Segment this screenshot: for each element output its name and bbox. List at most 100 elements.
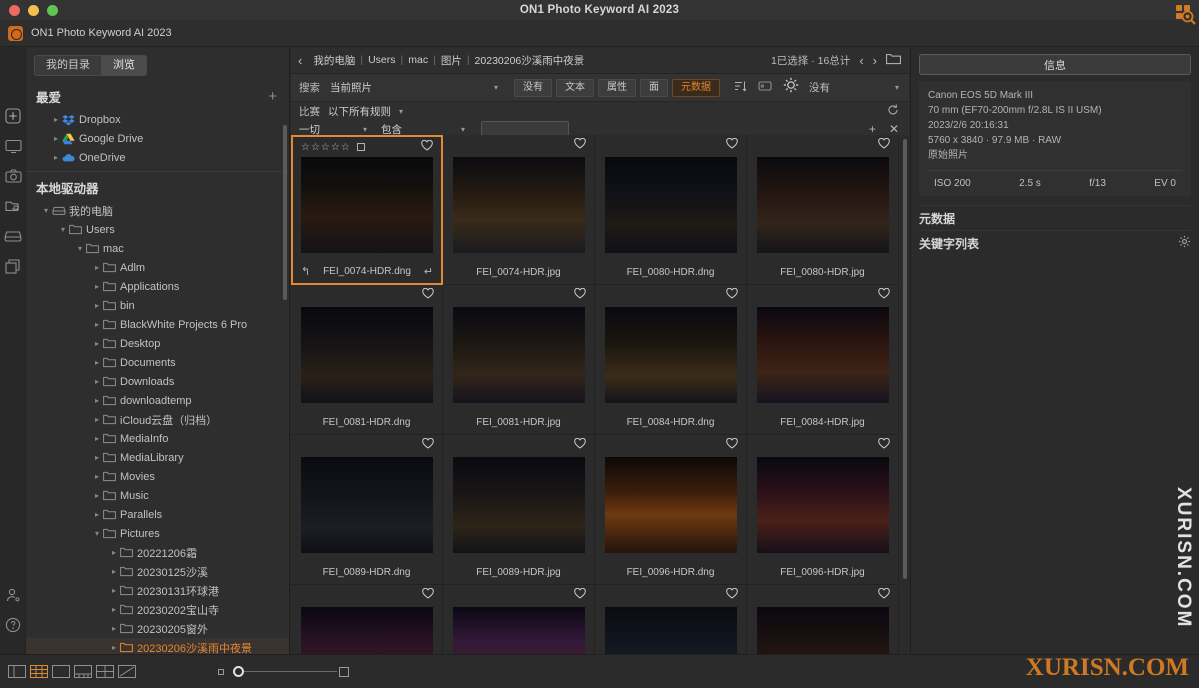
match-value[interactable]: 以下所有规则: [328, 104, 391, 119]
monitor-icon[interactable]: [0, 131, 26, 161]
chevron-right-icon[interactable]: [108, 567, 120, 576]
grid-cell[interactable]: FEI_0080-HDR.dng: [595, 135, 747, 285]
grid-cell[interactable]: FEI_0080-HDR.jpg: [747, 135, 899, 285]
tree-item[interactable]: Parallels: [26, 505, 289, 524]
breadcrumb-part[interactable]: mac: [408, 54, 428, 66]
photo-thumbnail[interactable]: [453, 457, 585, 553]
folder-favorite-icon[interactable]: [0, 191, 26, 221]
chevron-right-icon[interactable]: [91, 282, 103, 291]
prev-button[interactable]: ‹: [859, 53, 863, 68]
select-checkbox[interactable]: [356, 143, 365, 151]
photo-thumbnail[interactable]: [605, 157, 737, 253]
chevron-right-icon[interactable]: [50, 115, 62, 124]
chevron-right-icon[interactable]: [91, 453, 103, 462]
photo-thumbnail[interactable]: [301, 307, 433, 403]
section-metadata[interactable]: 元数据: [919, 205, 1191, 230]
chevron-right-icon[interactable]: [91, 396, 103, 405]
sidebar-scrollbar[interactable]: [283, 125, 287, 300]
photo-thumbnail[interactable]: [301, 457, 433, 553]
favorite-heart-icon[interactable]: [726, 286, 738, 304]
favorite-item-1[interactable]: Google Drive: [26, 129, 289, 148]
account-icon[interactable]: [0, 580, 26, 610]
chevron-right-icon[interactable]: [91, 491, 103, 500]
help-icon[interactable]: [0, 610, 26, 640]
favorite-heart-icon[interactable]: [878, 136, 890, 154]
photo-thumbnail[interactable]: [757, 457, 889, 553]
chevron-right-icon[interactable]: [91, 510, 103, 519]
chevron-down-icon[interactable]: [57, 225, 69, 234]
layers-icon[interactable]: [0, 251, 26, 281]
favorite-heart-icon[interactable]: [726, 436, 738, 454]
chevron-right-icon[interactable]: [91, 415, 103, 424]
add-rule-button[interactable]: +: [869, 122, 876, 136]
thumbnail-size-slider[interactable]: [218, 666, 349, 677]
photo-thumbnail[interactable]: [605, 307, 737, 403]
tree-item[interactable]: Applications: [26, 277, 289, 296]
favorite-heart-icon[interactable]: [878, 436, 890, 454]
filter-segment-text[interactable]: 文本: [556, 78, 594, 97]
breadcrumb-part[interactable]: Users: [368, 54, 395, 66]
breadcrumb[interactable]: 我的电脑 | Users | mac | 图片 | 20230206沙溪雨中夜景: [313, 53, 584, 68]
chevron-right-icon[interactable]: [91, 472, 103, 481]
chevron-right-icon[interactable]: [108, 548, 120, 557]
search-scope-select[interactable]: 当前照片 ▾: [330, 78, 498, 98]
photo-thumbnail[interactable]: [757, 157, 889, 253]
favorite-heart-icon[interactable]: [574, 586, 586, 604]
chevron-right-icon[interactable]: [108, 605, 120, 614]
view-button-map-view[interactable]: [118, 665, 136, 678]
reset-icon[interactable]: [887, 104, 899, 119]
slider-track[interactable]: [244, 671, 337, 672]
filter-segment-attributes[interactable]: 属性: [598, 78, 636, 97]
grid-cell-selected[interactable]: ☆☆☆☆☆ ↰ FEI_0074-HDR.dng ↵: [291, 135, 443, 285]
grid-scrollbar[interactable]: [903, 139, 907, 579]
chevron-right-icon[interactable]: [91, 434, 103, 443]
favorite-heart-icon[interactable]: [726, 136, 738, 154]
grid-cell[interactable]: FEI_0074-HDR.jpg: [443, 135, 595, 285]
filter-segment-faces[interactable]: 面: [640, 78, 668, 97]
grid-cell[interactable]: FEI_0089-HDR.dng: [291, 435, 443, 585]
chevron-right-icon[interactable]: [108, 586, 120, 595]
grid-cell[interactable]: FEI_0089-HDR.jpg: [443, 435, 595, 585]
favorite-heart-icon[interactable]: [726, 586, 738, 604]
filter-segment-metadata[interactable]: 元数据: [672, 78, 720, 97]
tree-item[interactable]: Music: [26, 486, 289, 505]
chevron-down-icon[interactable]: [74, 244, 86, 253]
rotate-left-icon[interactable]: ↰: [301, 265, 310, 278]
rotate-right-icon[interactable]: ↵: [424, 265, 433, 278]
view-button-grid-view[interactable]: [30, 665, 48, 678]
grid-cell[interactable]: FEI_0096-HDR.dng: [595, 435, 747, 585]
remove-rule-button[interactable]: ✕: [889, 122, 899, 136]
favorite-heart-icon[interactable]: [422, 586, 434, 604]
favorite-heart-icon[interactable]: [878, 586, 890, 604]
view-button-panel-toggle[interactable]: [8, 665, 26, 678]
grid-cell[interactable]: FEI_0081-HDR.dng: [291, 285, 443, 435]
grid-cell[interactable]: [747, 585, 899, 654]
favorite-heart-icon[interactable]: [422, 436, 434, 454]
tree-item[interactable]: Movies: [26, 467, 289, 486]
add-icon[interactable]: [0, 101, 26, 131]
tab-browse[interactable]: 浏览: [101, 55, 147, 76]
tree-item[interactable]: bin: [26, 296, 289, 315]
favorite-heart-icon[interactable]: [574, 436, 586, 454]
tree-item[interactable]: Desktop: [26, 334, 289, 353]
photo-thumbnail[interactable]: [605, 607, 737, 654]
chevron-right-icon[interactable]: [108, 624, 120, 633]
favorite-heart-icon[interactable]: [422, 286, 434, 304]
tree-item[interactable]: Downloads: [26, 372, 289, 391]
breadcrumb-part[interactable]: 我的电脑: [313, 53, 355, 68]
tree-item[interactable]: 20221206霜: [26, 543, 289, 562]
favorite-heart-icon[interactable]: [878, 286, 890, 304]
favorite-heart-icon[interactable]: [421, 138, 433, 156]
chevron-right-icon[interactable]: [91, 320, 103, 329]
tree-item[interactable]: downloadtemp: [26, 391, 289, 410]
view-button-filmstrip-view[interactable]: [74, 665, 92, 678]
grid-cell[interactable]: [291, 585, 443, 654]
sort-chevron-down-icon[interactable]: ▾: [895, 83, 899, 92]
grid-cell[interactable]: FEI_0084-HDR.dng: [595, 285, 747, 435]
chevron-down-icon[interactable]: [91, 529, 103, 538]
chevron-right-icon[interactable]: [50, 134, 62, 143]
chevron-down-icon[interactable]: [40, 206, 52, 215]
tree-item-selected[interactable]: 20230206沙溪雨中夜景: [26, 638, 289, 654]
tree-item[interactable]: Adlm: [26, 258, 289, 277]
grid-cell[interactable]: FEI_0096-HDR.jpg: [747, 435, 899, 585]
